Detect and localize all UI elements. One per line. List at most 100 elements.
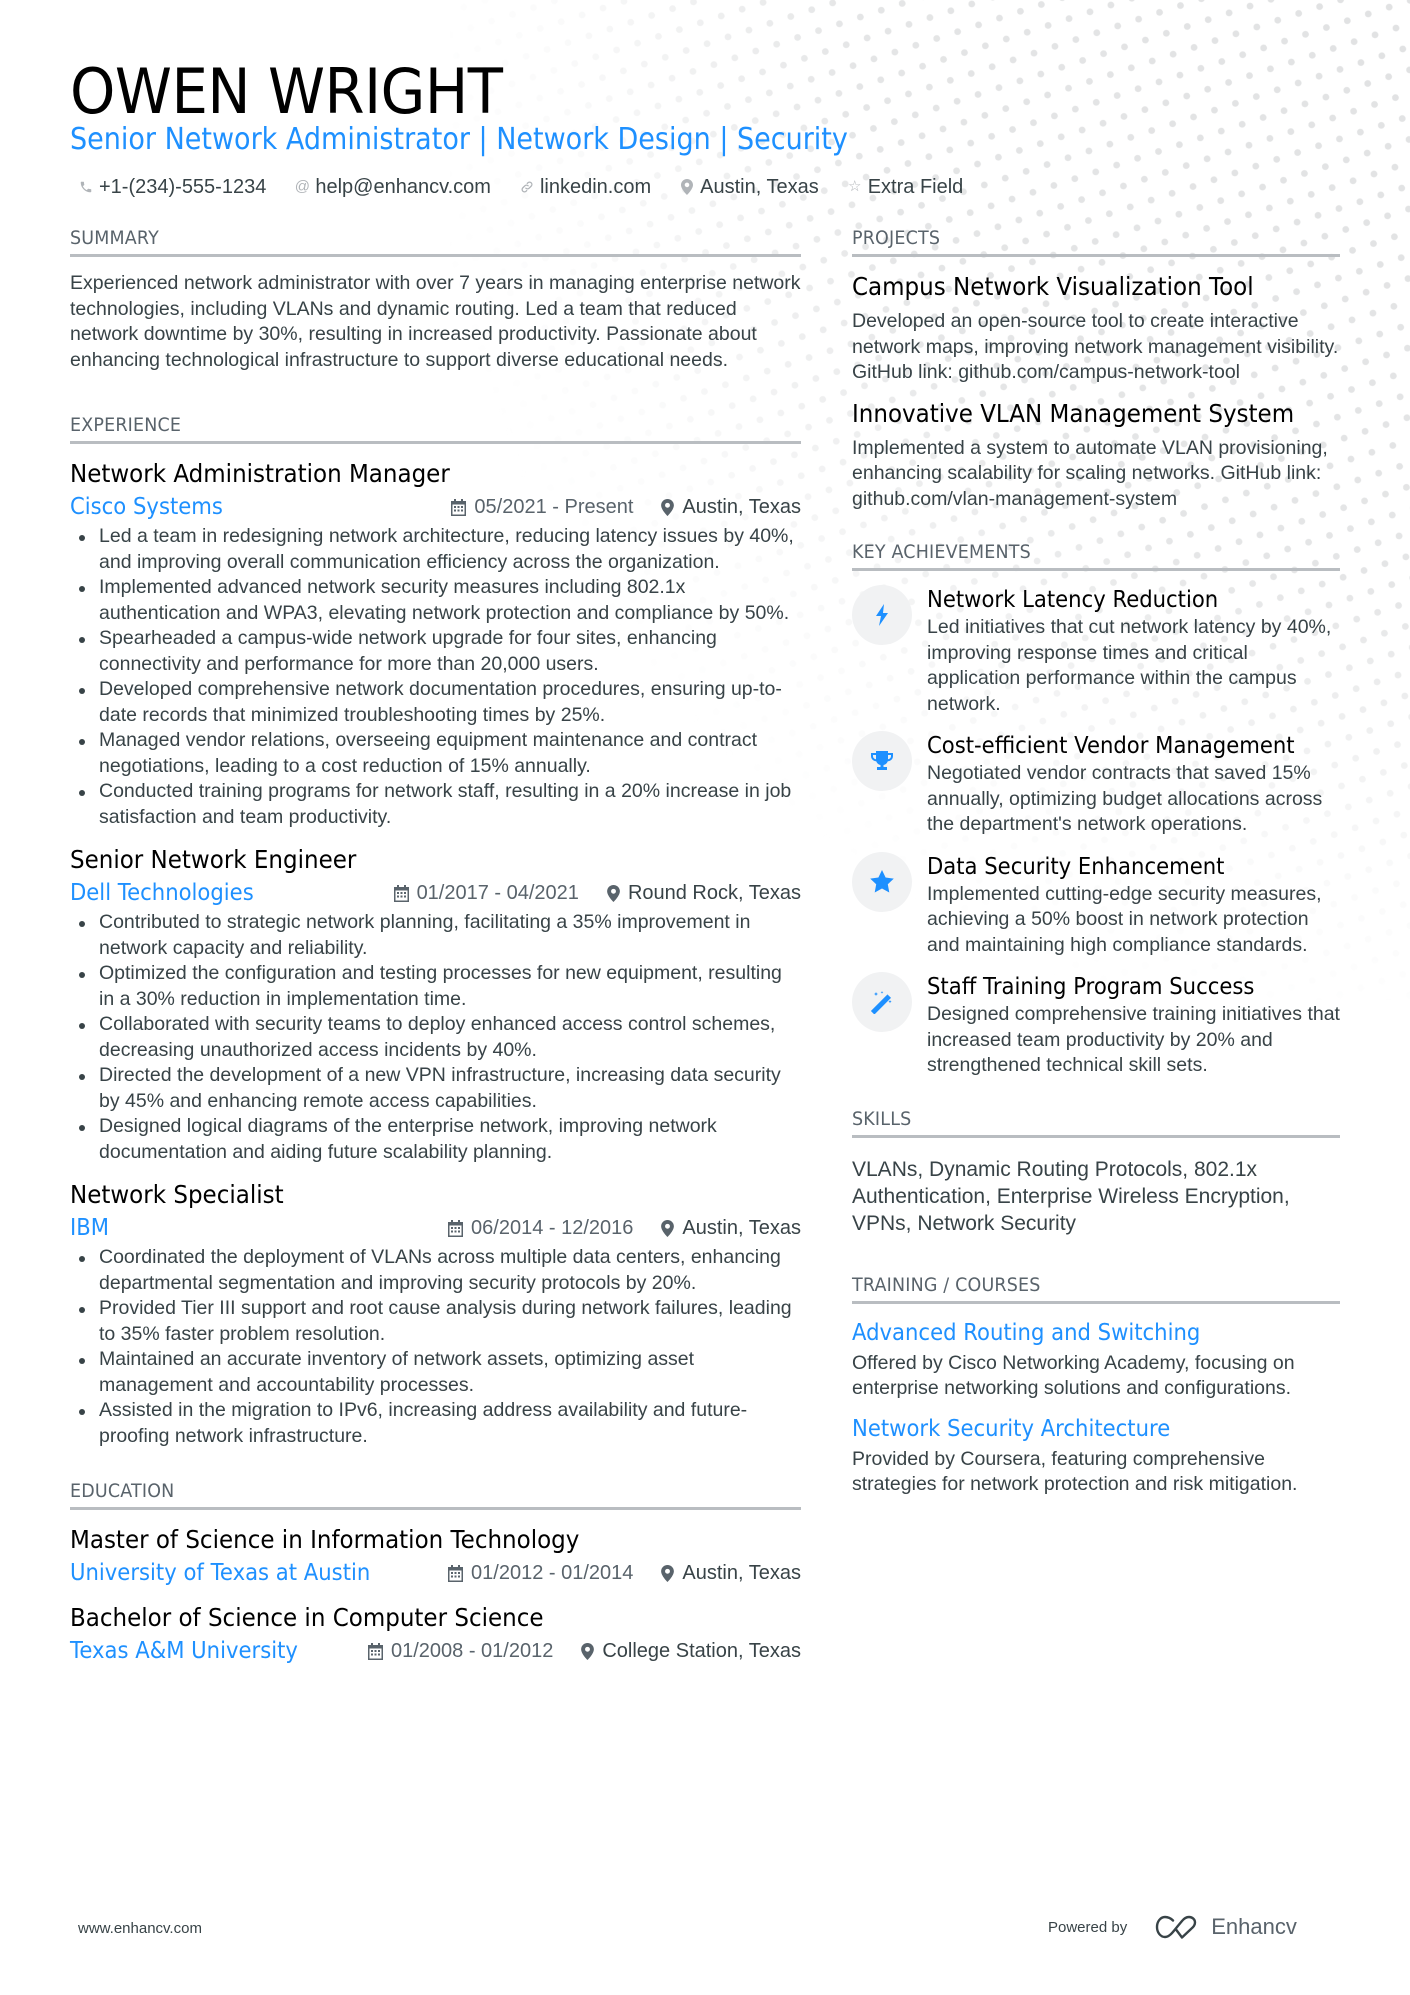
phone-icon: [78, 178, 94, 196]
candidate-headline: Senior Network Administrator | Network D…: [70, 122, 848, 157]
job-location: Round Rock, Texas: [607, 882, 801, 905]
education-meta-row: Texas A&M University 01/2008 - 01/2012 C…: [70, 1634, 801, 1668]
section-title: Skills: [852, 1107, 1340, 1138]
job-bullets: Coordinated the deployment of VLANs acro…: [70, 1245, 801, 1449]
education-item: Bachelor of Science in Computer Science …: [70, 1602, 801, 1668]
bullet-item: Provided Tier III support and root cause…: [70, 1296, 801, 1347]
job-title: Network Administration Manager: [70, 459, 450, 488]
bullet-item: Collaborated with security teams to depl…: [70, 1012, 801, 1063]
bullet-item: Designed logical diagrams of the enterpr…: [70, 1114, 801, 1165]
calendar-icon: [367, 1642, 383, 1660]
experience-section: Experience Network Administration Manage…: [70, 413, 801, 1449]
achievement-title: Staff Training Program Success: [927, 974, 1255, 1000]
school-name[interactable]: Texas A&M University: [70, 1636, 298, 1666]
bullet-item: Optimized the configuration and testing …: [70, 961, 801, 1012]
project-item: Innovative VLAN Management System Implem…: [852, 398, 1340, 513]
achievement-item: Data Security Enhancement Implemented cu…: [852, 851, 1340, 959]
calendar-icon: [393, 884, 409, 902]
location-icon: [661, 1564, 675, 1582]
education-meta: 01/2008 - 01/2012 College Station, Texas: [367, 1640, 801, 1663]
right-column: Projects Campus Network Visualization To…: [852, 226, 1340, 1498]
course-title[interactable]: Advanced Routing and Switching: [852, 1318, 1301, 1348]
achievement-description: Led initiatives that cut network latency…: [927, 616, 1332, 715]
location-icon: [679, 178, 695, 196]
job-bullets: Contributed to strategic network plannin…: [70, 910, 801, 1165]
achievement-title: Network Latency Reduction: [927, 587, 1219, 613]
section-title: Training / Courses: [852, 1273, 1340, 1304]
bullet-item: Maintained an accurate inventory of netw…: [70, 1347, 801, 1398]
achievement-description: Negotiated vendor contracts that saved 1…: [927, 762, 1323, 835]
degree-title: Master of Science in Information Technol…: [70, 1525, 580, 1554]
course-title[interactable]: Network Security Architecture: [852, 1414, 1301, 1444]
contact-text: +1-(234)-555-1234: [99, 176, 267, 198]
job-meta-row: IBM 06/2014 - 12/2016 Austin, Texas: [70, 1211, 801, 1245]
resume-page: OWEN WRIGHT Senior Network Administrator…: [0, 0, 1410, 1995]
company-name[interactable]: Cisco Systems: [70, 492, 223, 522]
degree-title: Bachelor of Science in Computer Science: [70, 1603, 544, 1632]
contact-linkedin[interactable]: linkedin.com: [519, 174, 651, 200]
calendar-icon: [451, 498, 467, 516]
location-icon: [661, 1219, 675, 1237]
achievements-section: Key Achievements Network Latency Reducti…: [852, 540, 1340, 1079]
bullet-item: Conducted training programs for network …: [70, 779, 801, 830]
course-item: Network Security Architecture Provided b…: [852, 1414, 1340, 1498]
project-description: Implemented a system to automate VLAN pr…: [852, 436, 1328, 510]
job-meta-row: Cisco Systems 05/2021 - Present Austin, …: [70, 490, 801, 524]
section-title: Projects: [852, 226, 1340, 257]
left-column: Summary Experienced network administrato…: [70, 226, 801, 1668]
job-title: Senior Network Engineer: [70, 845, 357, 874]
contact-location: Austin, Texas: [679, 174, 819, 200]
link-icon: [519, 178, 535, 196]
job-meta: 06/2014 - 12/2016 Austin, Texas: [448, 1217, 801, 1240]
bullet-item: Led a team in redesigning network archit…: [70, 524, 801, 575]
contact-email[interactable]: @ help@enhancv.com: [294, 174, 491, 200]
bullet-item: Directed the development of a new VPN in…: [70, 1063, 801, 1114]
bullet-item: Assisted in the migration to IPv6, incre…: [70, 1398, 801, 1449]
bullet-item: Coordinated the deployment of VLANs acro…: [70, 1245, 801, 1296]
education-meta-row: University of Texas at Austin 01/2012 - …: [70, 1556, 801, 1590]
training-section: Training / Courses Advanced Routing and …: [852, 1273, 1340, 1498]
education-location: College Station, Texas: [581, 1640, 801, 1663]
course-description: Provided by Coursera, featuring comprehe…: [852, 1447, 1298, 1496]
school-name[interactable]: University of Texas at Austin: [70, 1558, 370, 1588]
job-bullets: Led a team in redesigning network archit…: [70, 524, 801, 830]
skills-section: Skills VLANs, Dynamic Routing Protocols,…: [852, 1107, 1340, 1237]
education-dates: 01/2012 - 01/2014: [448, 1562, 633, 1585]
contact-extra: ☆ Extra Field: [847, 174, 963, 200]
summary-section: Summary Experienced network administrato…: [70, 226, 801, 373]
bullet-item: Spearheaded a campus-wide network upgrad…: [70, 626, 801, 677]
achievement-title: Data Security Enhancement: [927, 853, 1225, 880]
location-icon: [581, 1642, 595, 1660]
bullet-item: Contributed to strategic network plannin…: [70, 910, 801, 961]
footer-website[interactable]: www.enhancv.com: [78, 1920, 202, 1937]
company-name[interactable]: Dell Technologies: [70, 878, 254, 908]
job-location: Austin, Texas: [661, 496, 801, 519]
location-icon: [607, 884, 620, 902]
footer-branding: Powered by Enhancv: [1048, 1914, 1297, 1940]
enhancv-logo[interactable]: Enhancv: [1155, 1914, 1297, 1940]
job-dates: 01/2017 - 04/2021: [393, 882, 579, 905]
section-title: Experience: [70, 413, 801, 444]
bullet-item: Implemented advanced network security me…: [70, 575, 801, 626]
achievement-description: Implemented cutting-edge security measur…: [927, 882, 1322, 956]
education-meta: 01/2012 - 01/2014 Austin, Texas: [448, 1562, 801, 1585]
star-icon: ☆: [847, 178, 862, 195]
course-item: Advanced Routing and Switching Offered b…: [852, 1318, 1340, 1402]
education-location: Austin, Texas: [661, 1562, 801, 1585]
job-dates: 05/2021 - Present: [451, 496, 633, 519]
job-title: Network Specialist: [70, 1180, 284, 1209]
at-icon: @: [294, 178, 310, 195]
enhancv-logo-icon: [1156, 1915, 1197, 1939]
powered-by-label: Powered by: [1048, 1918, 1128, 1936]
project-description: Developed an open-source tool to create …: [852, 310, 1339, 383]
experience-item: Network Specialist IBM 06/2014 - 12/2016…: [70, 1179, 801, 1449]
company-name[interactable]: IBM: [70, 1213, 109, 1243]
bullet-item: Managed vendor relations, overseeing equ…: [70, 728, 801, 779]
job-meta: 01/2017 - 04/2021 Round Rock, Texas: [393, 882, 801, 905]
magic-wand-icon: [852, 972, 912, 1032]
achievement-item: Staff Training Program Success Designed …: [852, 972, 1340, 1079]
contact-phone[interactable]: +1-(234)-555-1234: [78, 174, 266, 200]
education-section: Education Master of Science in Informati…: [70, 1479, 801, 1668]
section-title: Key Achievements: [852, 540, 1340, 571]
star-icon: [852, 851, 912, 912]
